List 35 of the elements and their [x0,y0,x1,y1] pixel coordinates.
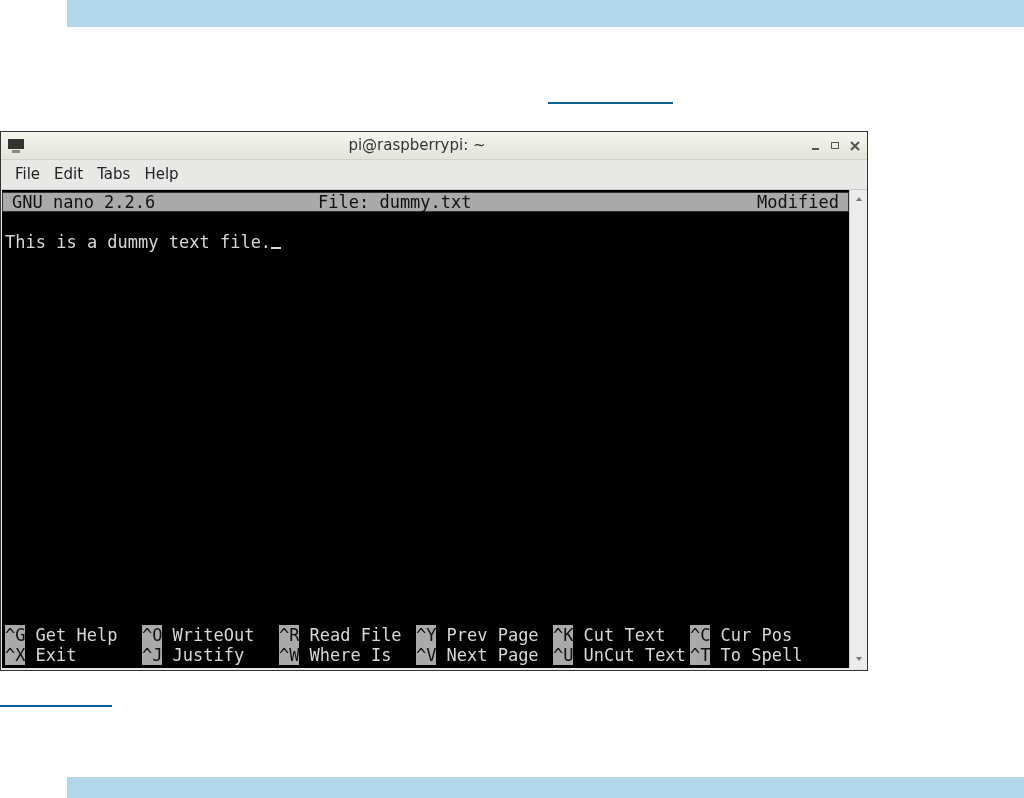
shortcut-label: Where Is [309,645,392,665]
shortcut-key: ^Y [416,625,437,645]
shortcut-key: ^J [142,645,163,665]
window-title: pi@raspberrypi: ~ [348,135,486,157]
shortcut-label: Justify [172,645,245,665]
shortcut-key: ^K [553,625,574,645]
menu-item[interactable]: Help [144,163,179,186]
menu-item[interactable]: Tabs [97,163,131,186]
file-name: File: dummy.txt [318,192,473,212]
text-cursor [271,247,282,249]
program-version: GNU nano 2.2.6 [12,192,157,212]
shortcut-label: Get Help [35,625,118,645]
shortcut-label: Prev Page [446,625,539,645]
shortcut-label: Cut Text [583,625,666,645]
monitor-icon [7,137,25,154]
shortcut-label: Next Page [446,645,539,665]
modified-status: Modified [757,192,839,212]
shortcut-label: UnCut Text [583,645,686,665]
shortcut-key: ^V [416,645,437,665]
shortcut-key: ^U [553,645,574,665]
shortcut-key: ^X [5,645,26,665]
shortcut-key: ^O [142,625,163,645]
maximize-button[interactable] [829,139,841,152]
shortcut-key: ^T [690,645,711,665]
shortcut-label: Exit [35,645,77,665]
shortcut-key: ^G [5,625,26,645]
shortcut-label: To Spell [720,645,803,665]
shortcut-label: Read File [309,625,402,645]
shortcut-label: Cur Pos [720,625,793,645]
menu-item[interactable]: Edit [54,163,84,186]
menu-item[interactable]: File [15,163,41,186]
shortcut-label: WriteOut [172,625,255,645]
text-line: This is a dummy text file. [5,232,272,252]
shortcut-key: ^C [690,625,711,645]
close-button[interactable] [849,139,861,152]
